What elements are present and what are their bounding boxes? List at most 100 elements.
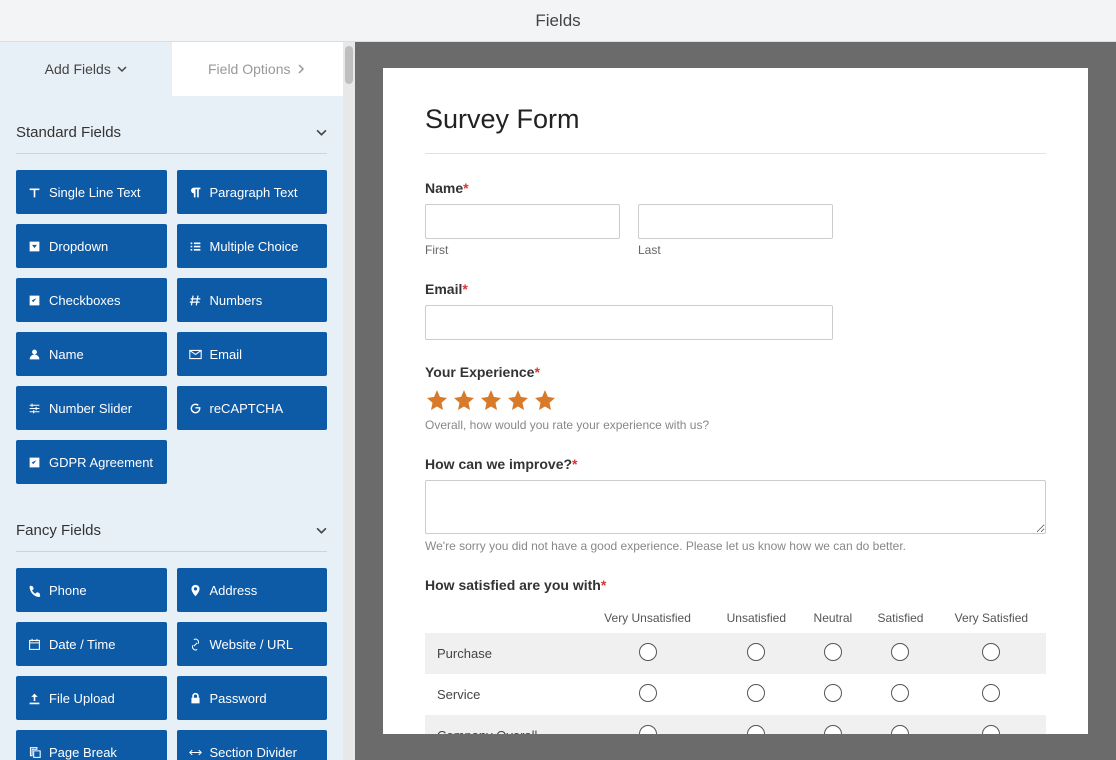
likert-radio[interactable]	[982, 643, 1000, 661]
sidebar: Add Fields Field Options Standard Fields…	[0, 42, 343, 760]
required-asterisk: *	[463, 180, 468, 196]
copy-icon	[28, 746, 41, 759]
likert-label: How satisfied are you with*	[425, 577, 1046, 593]
link-icon	[189, 638, 202, 651]
form-field-experience: Your Experience* Overall, how would you …	[425, 364, 1046, 432]
phone-icon	[28, 584, 41, 597]
star-icon[interactable]	[533, 388, 557, 412]
chevron-right-icon	[296, 64, 306, 74]
likert-col-header: Unsatisfied	[711, 603, 801, 633]
likert-radio[interactable]	[891, 725, 909, 734]
form-preview: Survey Form Name* First Last Email*	[355, 42, 1116, 760]
name-label: Name*	[425, 180, 1046, 196]
chevron-down-icon	[316, 127, 327, 138]
likert-radio[interactable]	[639, 684, 657, 702]
panel-toggle-fancy[interactable]: Fancy Fields	[16, 508, 327, 552]
likert-radio[interactable]	[639, 725, 657, 734]
experience-hint: Overall, how would you rate your experie…	[425, 418, 1046, 432]
field-website-url[interactable]: Website / URL	[177, 622, 328, 666]
last-name-col: Last	[638, 204, 833, 257]
field-address[interactable]: Address	[177, 568, 328, 612]
calendar-icon	[28, 638, 41, 651]
list-icon	[189, 240, 202, 253]
likert-table: Very Unsatisfied Unsatisfied Neutral Sat…	[425, 603, 1046, 734]
lock-icon	[189, 692, 202, 705]
field-single-line-text[interactable]: Single Line Text	[16, 170, 167, 214]
pin-icon	[189, 584, 202, 597]
tab-field-options[interactable]: Field Options	[172, 42, 344, 96]
panel-fancy-fields: Fancy Fields Phone Address Date / Time W…	[0, 494, 343, 760]
likert-radio[interactable]	[824, 725, 842, 734]
tab-add-fields[interactable]: Add Fields	[0, 42, 172, 96]
tab-label: Field Options	[208, 61, 290, 77]
field-recaptcha[interactable]: reCAPTCHA	[177, 386, 328, 430]
field-dropdown[interactable]: Dropdown	[16, 224, 167, 268]
email-label: Email*	[425, 281, 1046, 297]
panel-title: Standard Fields	[16, 124, 121, 141]
star-rating[interactable]	[425, 388, 1046, 412]
field-numbers[interactable]: Numbers	[177, 278, 328, 322]
likert-row: Company Overall	[425, 715, 1046, 734]
improve-hint: We're sorry you did not have a good expe…	[425, 539, 1046, 553]
required-asterisk: *	[534, 364, 539, 380]
likert-radio[interactable]	[747, 725, 765, 734]
likert-row: Service	[425, 674, 1046, 715]
panel-toggle-standard[interactable]: Standard Fields	[16, 110, 327, 154]
star-icon[interactable]	[479, 388, 503, 412]
google-icon	[189, 402, 202, 415]
star-icon[interactable]	[452, 388, 476, 412]
field-number-slider[interactable]: Number Slider	[16, 386, 167, 430]
scrollbar-thumb[interactable]	[345, 46, 353, 84]
star-icon[interactable]	[425, 388, 449, 412]
user-icon	[28, 348, 41, 361]
standard-field-grid: Single Line Text Paragraph Text Dropdown…	[16, 170, 327, 490]
likert-radio[interactable]	[891, 684, 909, 702]
field-email[interactable]: Email	[177, 332, 328, 376]
sidebar-scrollbar[interactable]	[343, 42, 355, 760]
field-section-divider[interactable]: Section Divider	[177, 730, 328, 760]
likert-radio[interactable]	[891, 643, 909, 661]
chevron-down-icon	[316, 525, 327, 536]
first-name-input[interactable]	[425, 204, 620, 239]
main-layout: Add Fields Field Options Standard Fields…	[0, 42, 1116, 760]
first-sublabel: First	[425, 243, 620, 257]
likert-radio[interactable]	[982, 725, 1000, 734]
likert-radio[interactable]	[824, 684, 842, 702]
likert-row-label: Company Overall	[425, 715, 584, 734]
panel-title: Fancy Fields	[16, 522, 101, 539]
field-name[interactable]: Name	[16, 332, 167, 376]
field-file-upload[interactable]: File Upload	[16, 676, 167, 720]
improve-textarea[interactable]	[425, 480, 1046, 534]
likert-radio[interactable]	[639, 643, 657, 661]
required-asterisk: *	[462, 281, 467, 297]
likert-col-header: Satisfied	[864, 603, 937, 633]
likert-col-header: Very Satisfied	[937, 603, 1046, 633]
likert-radio[interactable]	[982, 684, 1000, 702]
experience-label: Your Experience*	[425, 364, 1046, 380]
sidebar-wrap: Add Fields Field Options Standard Fields…	[0, 42, 355, 760]
field-phone[interactable]: Phone	[16, 568, 167, 612]
last-sublabel: Last	[638, 243, 833, 257]
field-date-time[interactable]: Date / Time	[16, 622, 167, 666]
field-page-break[interactable]: Page Break	[16, 730, 167, 760]
field-multiple-choice[interactable]: Multiple Choice	[177, 224, 328, 268]
page-header: Fields	[0, 0, 1116, 42]
field-gdpr-agreement[interactable]: GDPR Agreement	[16, 440, 167, 484]
caret-square-icon	[28, 240, 41, 253]
field-checkboxes[interactable]: Checkboxes	[16, 278, 167, 322]
likert-radio[interactable]	[747, 684, 765, 702]
field-paragraph-text[interactable]: Paragraph Text	[177, 170, 328, 214]
email-input[interactable]	[425, 305, 833, 340]
panel-standard-fields: Standard Fields Single Line Text Paragra…	[0, 96, 343, 494]
likert-radio[interactable]	[824, 643, 842, 661]
likert-radio[interactable]	[747, 643, 765, 661]
paragraph-icon	[189, 186, 202, 199]
field-password[interactable]: Password	[177, 676, 328, 720]
last-name-input[interactable]	[638, 204, 833, 239]
form-field-likert: How satisfied are you with* Very Unsatis…	[425, 577, 1046, 734]
envelope-icon	[189, 348, 202, 361]
likert-row-label: Purchase	[425, 633, 584, 674]
star-icon[interactable]	[506, 388, 530, 412]
first-name-col: First	[425, 204, 620, 257]
form-card: Survey Form Name* First Last Email*	[383, 68, 1088, 734]
